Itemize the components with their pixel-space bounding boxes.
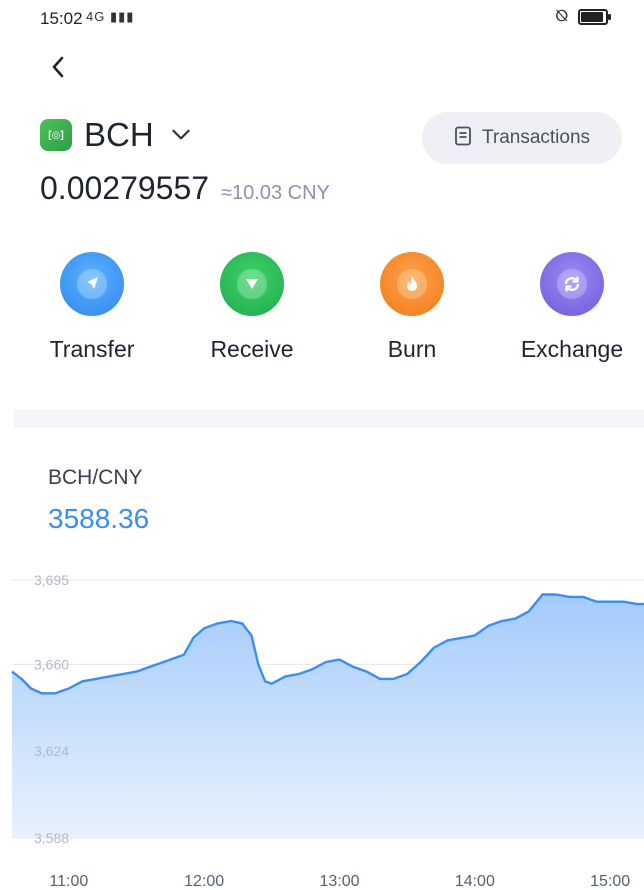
receive-button[interactable]: Receive [187, 252, 317, 363]
document-icon [454, 126, 472, 151]
coin-selector[interactable]: [◎] BCH [40, 112, 192, 158]
section-divider [14, 410, 644, 428]
battery-level [581, 12, 603, 22]
y-tick-label: 3,588 [34, 830, 69, 846]
exchange-button[interactable]: Exchange [507, 252, 637, 363]
chevron-down-icon [170, 124, 192, 146]
y-tick-label: 3,624 [34, 743, 69, 759]
price-chart: 3,695 3,660 3,624 3,588 11:00 12:00 13:00 14:00… [11, 572, 644, 890]
fire-icon [397, 269, 427, 299]
burn-label: Burn [387, 336, 437, 362]
market-pair: BCH/CNY [48, 466, 143, 489]
x-tick-label: 12:00 [184, 873, 224, 890]
market-price: 3588.36 [48, 503, 150, 534]
x-tick-label: 14:00 [455, 873, 495, 890]
transfer-circle [60, 252, 124, 316]
balance-amount: 0.00279557 [40, 170, 210, 206]
y-tick-label: 3,660 [34, 656, 69, 672]
burn-circle [380, 252, 444, 316]
coin-name: BCH [84, 116, 154, 153]
balance-row: 0.00279557 ≈10.03 CNY [40, 170, 330, 207]
status-right: ⦰ [555, 8, 611, 26]
transfer-button[interactable]: Transfer [27, 252, 157, 363]
receive-circle [220, 252, 284, 316]
transfer-label: Transfer [49, 336, 135, 362]
receive-icon [237, 269, 267, 299]
transactions-label: Transactions [481, 127, 591, 148]
x-tick-label: 13:00 [319, 873, 359, 890]
transactions-button[interactable]: Transactions [422, 112, 622, 164]
signal-icon: 4G ▮▮▮ [86, 9, 135, 24]
burn-button[interactable]: Burn [347, 252, 477, 363]
action-bar: Transfer Receive Burn Exchange [0, 252, 644, 372]
swap-icon [557, 269, 587, 299]
send-icon [77, 269, 107, 299]
status-time: 15:02 [40, 9, 83, 28]
exchange-label: Exchange [520, 336, 624, 362]
back-button[interactable] [48, 52, 78, 86]
y-tick-label: 3,695 [34, 572, 69, 588]
x-tick-label: 15:00 [590, 873, 630, 890]
receive-label: Receive [210, 336, 294, 362]
vibrate-icon: ⦰ [555, 8, 568, 25]
status-bar: 15:02 4G ▮▮▮ ⦰ [0, 0, 644, 40]
x-tick-label: 11:00 [49, 873, 88, 890]
balance-fiat: ≈10.03 CNY [221, 182, 330, 204]
bch-coin-icon: [◎] [40, 119, 72, 151]
battery-icon [578, 9, 611, 25]
exchange-circle [540, 252, 604, 316]
chevron-left-icon [52, 56, 64, 78]
price-area [12, 594, 644, 838]
